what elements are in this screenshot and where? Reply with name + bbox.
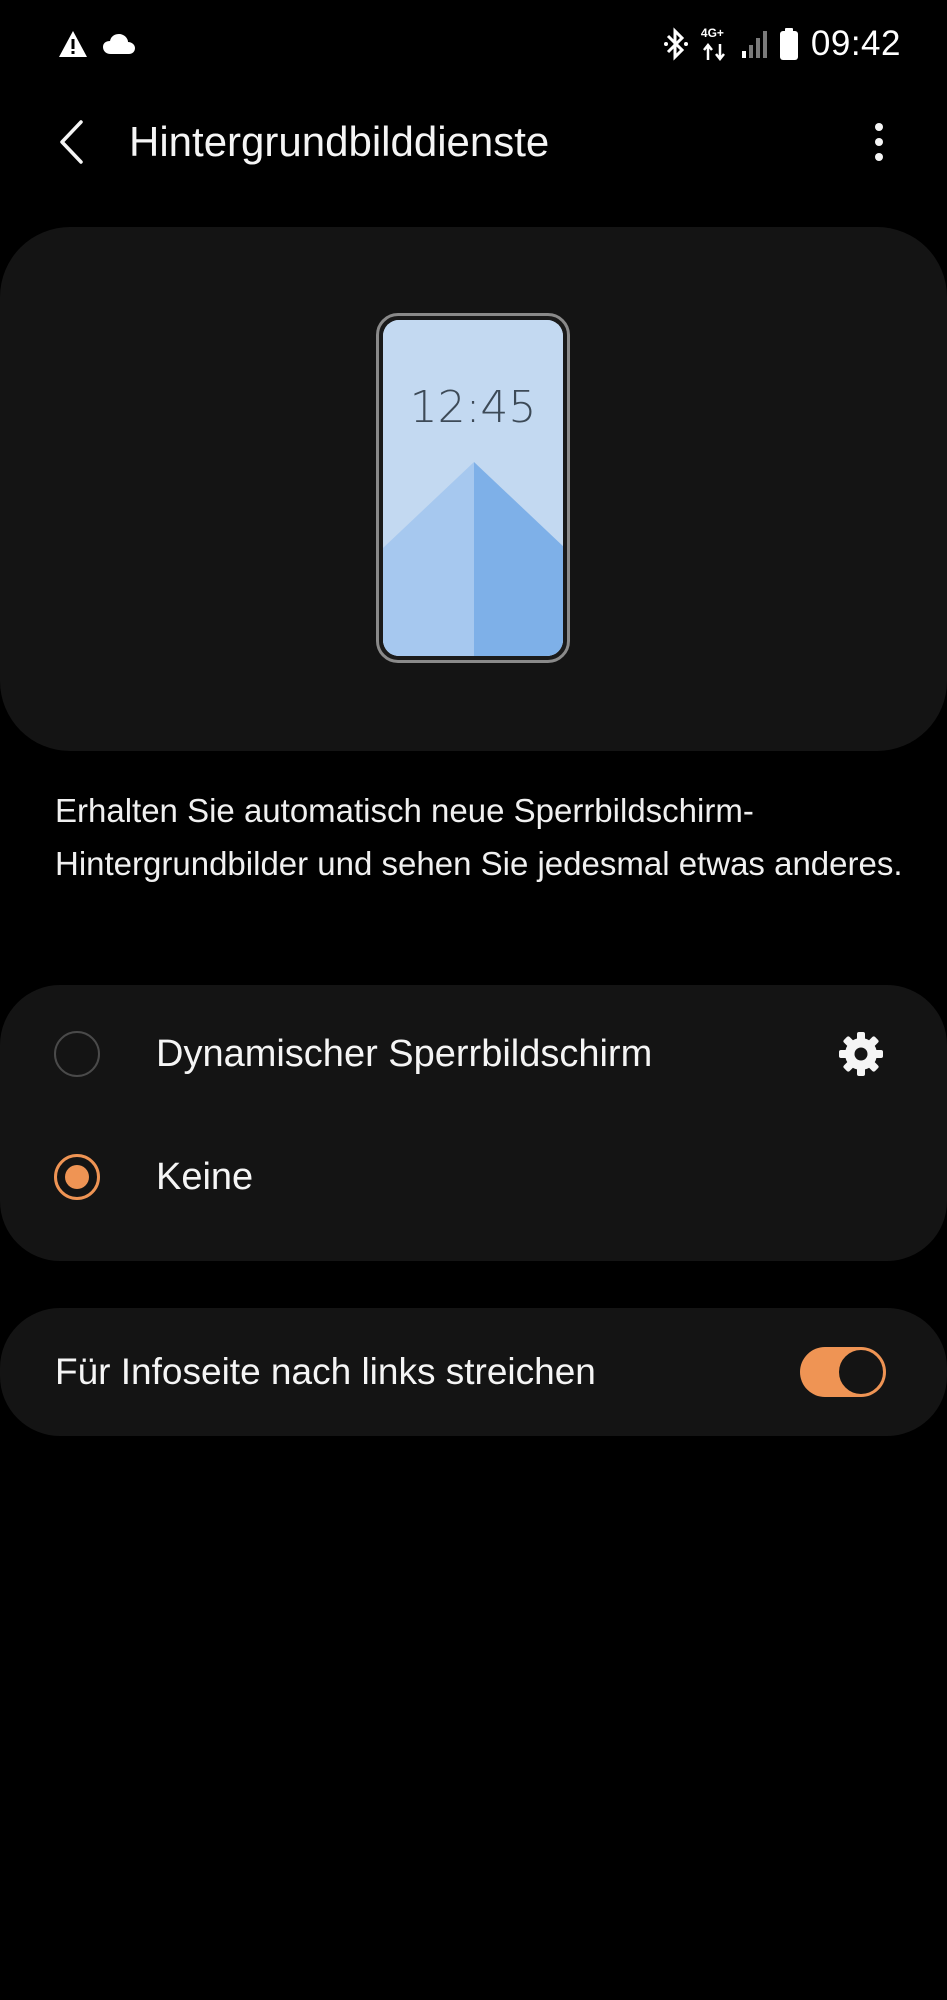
- chevron-left-icon: [60, 120, 83, 164]
- cloud-icon: [103, 34, 135, 54]
- option-dynamic-lockscreen[interactable]: Dynamischer Sperrbildschirm: [0, 985, 947, 1123]
- status-time: 09:42: [810, 24, 901, 63]
- description-text: Erhalten Sie automatisch neue Sperrbilds…: [55, 792, 903, 882]
- preview-clock: 12:45: [409, 382, 537, 433]
- swipe-info-label: Für Infoseite nach links streichen: [55, 1351, 596, 1392]
- mobile-data-icon: 4G+: [701, 26, 729, 62]
- back-button[interactable]: [44, 114, 100, 170]
- battery-icon: [779, 28, 798, 60]
- more-vertical-icon: [875, 123, 883, 161]
- option-none[interactable]: Keine: [0, 1108, 947, 1246]
- network-type-label: 4G+: [700, 26, 724, 40]
- status-left-icons: [58, 30, 136, 58]
- status-bar: 4G+ 09:42: [0, 0, 947, 92]
- page-title: Hintergrundbilddienste: [129, 118, 550, 165]
- radio-none[interactable]: [54, 1154, 100, 1200]
- dynamic-lockscreen-settings-button[interactable]: [835, 1028, 887, 1080]
- radio-dynamic-lockscreen[interactable]: [54, 1031, 100, 1077]
- lockscreen-options-card: Dynamischer Sperrbildschirm Keine: [0, 985, 947, 1261]
- option-label: Keine: [156, 1156, 254, 1198]
- wallpaper-preview-card: 12:45: [0, 227, 947, 751]
- warning-icon: [59, 31, 87, 57]
- bluetooth-icon: [663, 27, 688, 61]
- phone-preview: 12:45: [376, 313, 570, 663]
- more-options-button[interactable]: [851, 114, 907, 170]
- signal-icon: [741, 31, 767, 58]
- gear-icon: [839, 1032, 883, 1076]
- swipe-info-setting[interactable]: Für Infoseite nach links streichen: [0, 1308, 947, 1436]
- toggle-knob: [837, 1348, 885, 1396]
- phone-screen: 12:45: [383, 320, 563, 656]
- swipe-info-toggle[interactable]: [800, 1347, 886, 1397]
- status-right-icons: 4G+ 09:42: [663, 24, 901, 64]
- app-bar: Hintergrundbilddienste: [0, 92, 947, 192]
- wallpaper-mountain-illustration: [383, 320, 563, 656]
- option-label: Dynamischer Sperrbildschirm: [156, 1033, 653, 1075]
